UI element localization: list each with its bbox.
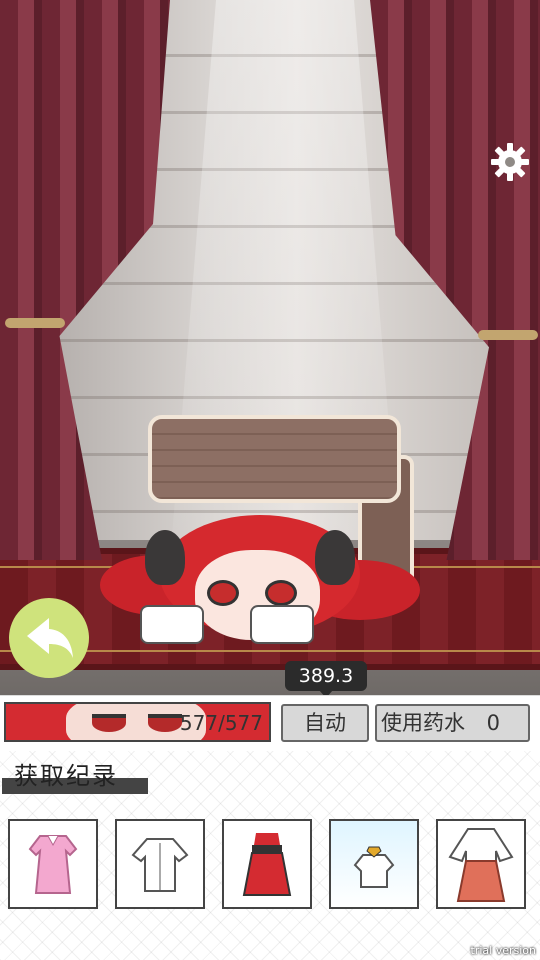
game-scene bbox=[0, 0, 540, 695]
red-skirt-icon bbox=[242, 833, 292, 896]
right-curtain-tie bbox=[478, 330, 538, 340]
hud-bar: 577/577 自动 使用药水 0 bbox=[0, 695, 540, 752]
demon-girl-character[interactable] bbox=[100, 505, 420, 655]
auto-button[interactable]: 自动 bbox=[281, 704, 369, 742]
potion-count: 0 bbox=[486, 711, 500, 735]
hakama-outfit-icon bbox=[448, 828, 514, 902]
outfit-item-white-shirt[interactable] bbox=[115, 819, 205, 909]
white-blouse-icon bbox=[353, 846, 395, 888]
records-panel: 获取纪录 trial version bbox=[0, 751, 540, 960]
gear-icon[interactable] bbox=[490, 142, 530, 182]
pink-dress-icon bbox=[28, 835, 78, 894]
back-arrow-icon bbox=[27, 618, 73, 658]
use-potion-button[interactable]: 使用药水 0 bbox=[375, 704, 530, 742]
outfit-item-red-skirt[interactable] bbox=[222, 819, 312, 909]
trial-watermark: trial version bbox=[470, 944, 536, 957]
outfit-item-pink-dress[interactable] bbox=[8, 819, 98, 909]
white-shirt-icon bbox=[131, 838, 189, 892]
damage-tooltip: 389.3 bbox=[285, 661, 367, 698]
outfit-item-hakama[interactable] bbox=[436, 819, 526, 909]
records-title-bar: 获取纪录 bbox=[2, 756, 148, 794]
back-button[interactable] bbox=[9, 598, 89, 678]
outfit-item-white-blouse[interactable] bbox=[329, 819, 419, 909]
hp-value: 577/577 bbox=[179, 711, 263, 735]
use-potion-label: 使用药水 bbox=[381, 711, 465, 735]
hp-bar: 577/577 bbox=[4, 702, 271, 742]
left-curtain-tie bbox=[5, 318, 65, 328]
records-title: 获取纪录 bbox=[14, 762, 118, 790]
